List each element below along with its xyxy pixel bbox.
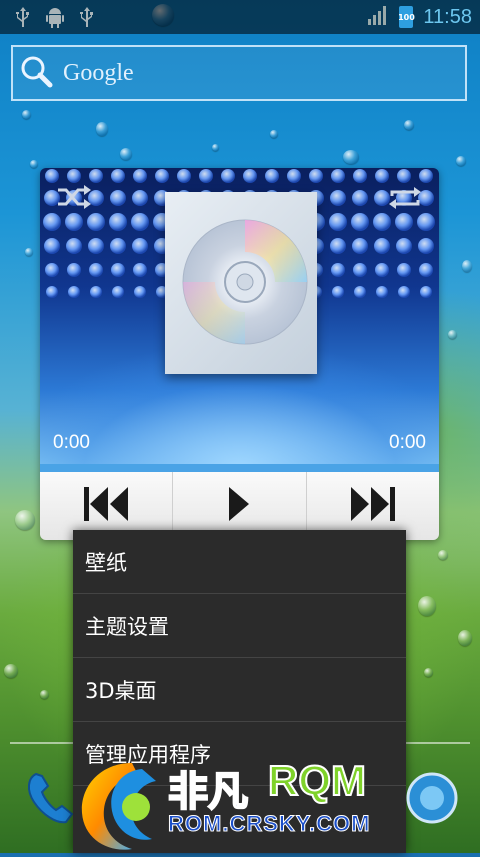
status-bar: 100 11:58 bbox=[0, 0, 480, 34]
cd-case-icon bbox=[165, 192, 317, 374]
menu-item-theme-settings[interactable]: 主题设置 bbox=[73, 594, 406, 658]
total-time: 0:00 bbox=[389, 432, 426, 453]
app-icon[interactable] bbox=[404, 770, 460, 830]
elapsed-time: 0:00 bbox=[53, 432, 90, 453]
search-label: Google bbox=[63, 59, 134, 86]
music-player-widget[interactable]: 0:00 0:00 bbox=[40, 168, 439, 540]
signal-icon bbox=[367, 5, 389, 29]
previous-icon bbox=[82, 485, 130, 527]
album-art: 0:00 0:00 bbox=[40, 168, 439, 464]
usb-icon bbox=[12, 6, 34, 28]
watermark-logo: 非凡 RQM ROM.CRSKY.COM bbox=[72, 756, 412, 853]
usb-icon bbox=[76, 6, 98, 28]
menu-item-3d-desktop[interactable]: 3D桌面 bbox=[73, 658, 406, 722]
watermark-brand-cn: 非凡 bbox=[167, 768, 249, 816]
next-icon bbox=[349, 485, 397, 527]
search-icon bbox=[19, 54, 53, 92]
google-search-bar[interactable]: Google bbox=[11, 45, 467, 101]
shuffle-icon[interactable] bbox=[56, 184, 92, 214]
watermark-brand-en: RQM bbox=[267, 756, 367, 805]
progress-bar[interactable] bbox=[40, 464, 439, 472]
watermark-url: ROM.CRSKY.COM bbox=[167, 811, 371, 837]
android-debug-icon bbox=[44, 6, 66, 28]
play-icon bbox=[227, 485, 251, 527]
menu-item-wallpaper[interactable]: 壁纸 bbox=[73, 530, 406, 594]
battery-level: 100 bbox=[398, 12, 415, 22]
repeat-icon[interactable] bbox=[386, 184, 424, 216]
clock: 11:58 bbox=[423, 5, 472, 28]
battery-icon: 100 bbox=[398, 6, 415, 28]
